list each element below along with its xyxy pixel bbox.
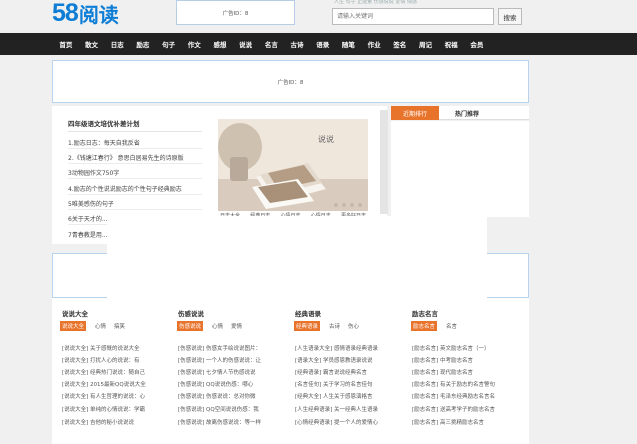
list-item[interactable]: 3动物园作文750字: [68, 168, 119, 177]
list-item[interactable]: [伤感说说] 伤感女手绘说说图片：: [178, 344, 282, 352]
list-item[interactable]: [说说大全] 2015最新QQ说说大全: [62, 380, 166, 388]
list-item[interactable]: [经典大全] 人生关于感恩演格言: [295, 392, 399, 400]
category-tag-active[interactable]: 伤感说说: [177, 321, 204, 331]
photo-illustration: [218, 119, 368, 211]
category-title[interactable]: 伤感说说: [178, 308, 204, 318]
featured-title[interactable]: 四年级语文培优补差计划: [68, 118, 140, 128]
category-title[interactable]: 励志名言: [412, 308, 438, 318]
list-item[interactable]: 5唯美感伤的句子: [68, 199, 114, 208]
category-tag[interactable]: 搞笑: [114, 322, 125, 330]
list-item[interactable]: [经典语录] 霸言说说经典名言: [295, 368, 399, 376]
nav-item-sentences[interactable]: 句子: [156, 39, 182, 49]
list-item[interactable]: [语录大全] 学员感恩教语录说说: [295, 356, 399, 364]
divider: [68, 194, 202, 195]
list-item[interactable]: [励志名言] 现代励志名言: [412, 368, 516, 376]
nav-item-quotes[interactable]: 名言: [259, 39, 285, 49]
nav-item-blessing[interactable]: 祝福: [438, 39, 464, 49]
tab-recent-ranking[interactable]: 近期排行: [391, 106, 439, 120]
logo-number: 58: [52, 0, 79, 27]
list-item[interactable]: 7青春教是用...: [68, 230, 108, 239]
category-title[interactable]: 说说大全: [62, 308, 88, 318]
featured-image[interactable]: 说说: [218, 119, 368, 211]
category-tag-active[interactable]: 经典语录: [294, 321, 321, 331]
divider: [68, 131, 202, 132]
list-item[interactable]: [励志名言] 英文励志名言（一）: [412, 344, 516, 352]
divider: [68, 178, 202, 179]
nav-item-homework[interactable]: 作业: [361, 39, 387, 49]
popup-overlay: [107, 216, 487, 304]
site-logo[interactable]: 58 阅读: [52, 0, 119, 27]
list-item[interactable]: [心情经典语录] 提一个人的爱情心: [295, 418, 399, 426]
list-item[interactable]: [伤感说说] 一个人的伤感说说：让: [178, 356, 282, 364]
search-input[interactable]: [332, 8, 494, 25]
logo-text: 阅读: [78, 2, 119, 27]
nav-item-weekly[interactable]: 周记: [413, 39, 439, 49]
list-item[interactable]: 6关于天才的...: [68, 214, 108, 223]
list-item[interactable]: 1.励志日志：每天自我反省: [68, 138, 140, 147]
list-item[interactable]: [说说大全] 有人生哲理的说说：心: [62, 392, 166, 400]
category-tag[interactable]: 心情: [212, 322, 223, 330]
hot-links[interactable]: 人生 句子 正能量 伤感说说 爱情 情感: [334, 0, 417, 5]
tab-hot-recommend[interactable]: 热门推荐: [441, 106, 493, 120]
list-item[interactable]: 2.《钱塘江春行》 意思白居易先生的诗原版: [68, 153, 184, 162]
list-item[interactable]: [说说大全] 经典热门说说：随自己: [62, 368, 166, 376]
header-ad-box[interactable]: 广告ID：8: [176, 0, 295, 25]
divider: [68, 209, 202, 210]
list-item[interactable]: [人生语录大全] 感情语录经典语录: [295, 344, 399, 352]
category-title[interactable]: 经典语录: [295, 308, 321, 318]
nav-item-essay[interactable]: 作文: [181, 39, 207, 49]
category-tag[interactable]: 心情: [95, 322, 106, 330]
category-tag[interactable]: 爱情: [231, 322, 242, 330]
category-tag[interactable]: 名言: [446, 322, 457, 330]
nav-item-home[interactable]: 首页: [53, 39, 79, 49]
rank-panel: [391, 121, 529, 217]
scroll-strip: [380, 110, 388, 214]
search-button[interactable]: 搜索: [498, 8, 522, 25]
list-item[interactable]: [说说大全] 打扰人心的说说：有: [62, 356, 166, 364]
list-item[interactable]: [说说大全] 吉他的秘小说说说: [62, 418, 166, 426]
category-tag[interactable]: 古诗: [329, 322, 340, 330]
list-item[interactable]: [说说大全] 单纯的心情说说：学霸: [62, 405, 166, 413]
nav-item-inspire[interactable]: 励志: [130, 39, 156, 49]
nav-item-poems[interactable]: 古诗: [284, 39, 310, 49]
nav-item-thoughts[interactable]: 感想: [207, 39, 233, 49]
list-item[interactable]: [伤感说说] 伤感说说：总对你微: [178, 392, 282, 400]
main-ad-banner[interactable]: 广告ID：8: [52, 60, 529, 103]
list-item[interactable]: [励志名言] 送高考学子的励志名言: [412, 405, 516, 413]
list-item[interactable]: [说说大全] 关于感慨的说说大全: [62, 344, 166, 352]
list-item[interactable]: [人生经典语录] 关一经典人生语录: [295, 405, 399, 413]
list-item[interactable]: [励志名言] 高三挑精励志名言: [412, 418, 516, 426]
list-item[interactable]: [励志名言] 毛泽东经典励志名言名: [412, 392, 516, 400]
list-item[interactable]: [名言佳句] 关于学习的名言佳句: [295, 380, 399, 388]
photo-label: 说说: [318, 135, 334, 144]
category-tag-active[interactable]: 励志名言: [411, 321, 438, 331]
list-item[interactable]: 4.励志的个性说说励志的个性句子经典励志: [68, 184, 182, 193]
nav-item-journal[interactable]: 日志: [104, 39, 130, 49]
nav-item-member[interactable]: 会员: [464, 39, 490, 49]
list-item[interactable]: [伤感说说] 七夕情人节伤感说说: [178, 368, 282, 376]
nav-item-notes[interactable]: 随笔: [336, 39, 362, 49]
nav-item-sayings[interactable]: 语录: [310, 39, 336, 49]
nav-item-prose[interactable]: 散文: [79, 39, 105, 49]
list-item[interactable]: [励志名言] 中考励志名言: [412, 356, 516, 364]
divider: [68, 148, 202, 149]
list-item[interactable]: [伤感说说] 故离伤感说说：等一样: [178, 418, 282, 426]
category-tag[interactable]: 伤心: [348, 322, 359, 330]
nav-item-shuoshuo[interactable]: 说说: [233, 39, 259, 49]
main-nav: 首页 散文 日志 励志 句子 作文 感想 说说 名言 古诗 语录 随笔 作业 签…: [0, 33, 637, 55]
list-item[interactable]: [励志名言] 有关于励志的名言警句: [412, 380, 516, 388]
list-item[interactable]: [伤感说说] QQ空间说说伤感：我: [178, 405, 282, 413]
list-item[interactable]: [伤感说说] QQ说说伤感：哪心: [178, 380, 282, 388]
category-tag-active[interactable]: 说说大全: [60, 321, 87, 331]
nav-item-signature[interactable]: 签名: [387, 39, 413, 49]
divider: [68, 163, 202, 164]
